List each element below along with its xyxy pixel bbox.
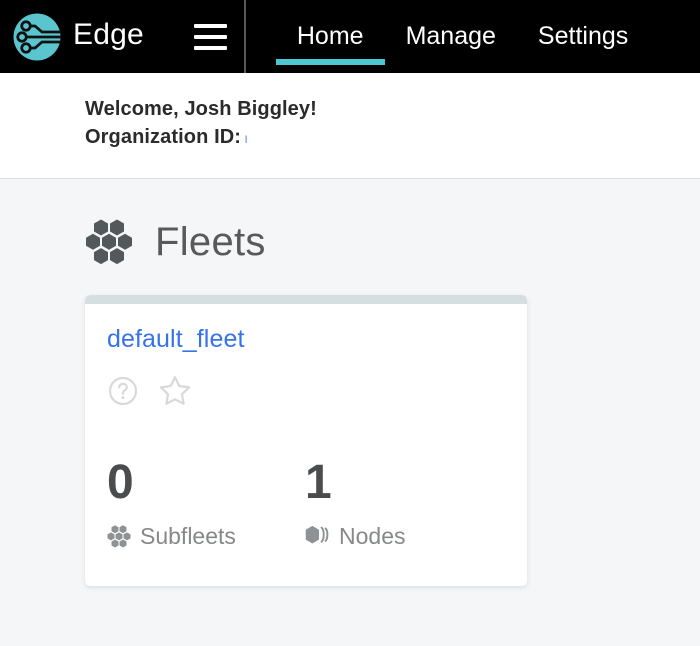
organization-id-row: Organization ID: l [85, 123, 700, 151]
tab-manage[interactable]: Manage [385, 0, 517, 73]
stat-subfleets-value: 0 [107, 456, 134, 510]
tab-settings[interactable]: Settings [517, 0, 649, 73]
brand-logo-area[interactable]: Edge [0, 0, 144, 73]
hexagon-stack-icon [305, 526, 329, 544]
fleet-card-stats: 0 Subfleets 1 Nodes [107, 459, 527, 586]
stat-subfleets-label: Subfleets [140, 523, 236, 550]
top-navigation-bar: Edge Home Manage Settings [0, 0, 700, 73]
fleet-name-link[interactable]: default_fleet [107, 325, 245, 354]
stat-nodes: 1 Nodes [305, 459, 503, 548]
organization-id-value: l [245, 135, 248, 147]
stat-subfleets: 0 Subfleets [107, 459, 305, 548]
fleet-card-status-bar [85, 294, 527, 304]
tab-settings-label: Settings [537, 22, 629, 50]
edge-circuit-logo-icon [13, 13, 62, 60]
welcome-bar: Welcome, Josh Biggley! Organization ID: l [0, 73, 700, 179]
fleets-section-header: Fleets [85, 219, 700, 265]
stat-subfleets-label-row: Subfleets [107, 525, 305, 548]
nav-divider [243, 0, 246, 73]
welcome-greeting: Welcome, Josh Biggley! [85, 98, 317, 120]
organization-id-label: Organization ID: [85, 126, 242, 149]
fleet-card-actions [107, 375, 527, 406]
stat-nodes-label: Nodes [339, 523, 406, 550]
nav-tabs: Home Manage Settings [275, 0, 700, 73]
help-circle-icon[interactable] [108, 376, 138, 406]
tab-underline [517, 59, 649, 65]
main-content: Fleets default_fleet 0 Subfleets 1 Nodes [0, 178, 700, 635]
tab-home-label: Home [296, 22, 364, 50]
hamburger-bar [194, 45, 228, 50]
fleet-card[interactable]: default_fleet 0 Subfleets 1 Nodes [85, 294, 527, 587]
fleet-card-body: default_fleet 0 Subfleets 1 Nodes [85, 304, 527, 587]
hamburger-bar [194, 34, 228, 39]
tab-manage-label: Manage [405, 22, 496, 50]
tab-underline [385, 59, 517, 65]
brand-name: Edge [73, 18, 144, 51]
page-title: Fleets [155, 219, 266, 264]
hamburger-bar [194, 23, 228, 28]
hexagon-cluster-icon [107, 525, 131, 548]
tab-active-underline [275, 59, 385, 65]
hexagon-cluster-icon [86, 219, 132, 264]
stat-nodes-value: 1 [305, 456, 332, 510]
hamburger-menu-icon[interactable] [180, 0, 242, 73]
stat-nodes-label-row: Nodes [305, 525, 503, 548]
star-outline-icon[interactable] [159, 375, 191, 406]
tab-home[interactable]: Home [275, 0, 385, 73]
